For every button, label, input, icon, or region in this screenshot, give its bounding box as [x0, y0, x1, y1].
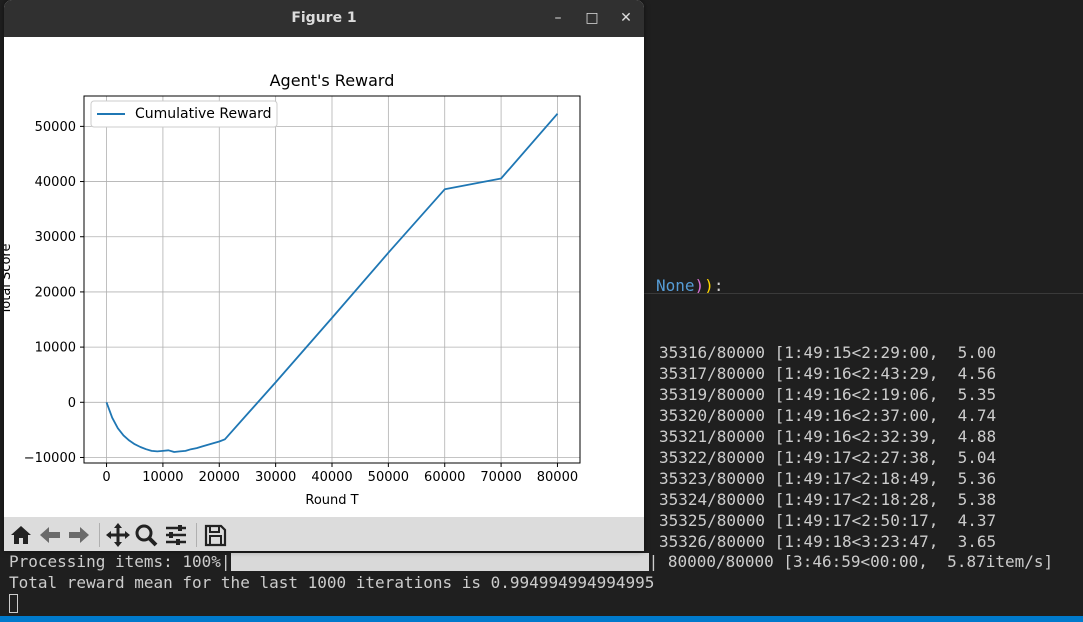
x-tick-label: 30000 [255, 470, 296, 485]
progress-stats: | 80000/80000 [3:46:59<00:00, 5.87item/s… [648, 552, 1054, 571]
y-tick-label: 0 [68, 396, 76, 411]
plot-canvas[interactable]: Agent's Reward 0 10000 20000 30000 40000 5000… [4, 37, 644, 517]
log-line: 35323/80000 [1:49:17<2:18:49, 5.36 [659, 469, 997, 488]
chart-title: Agent's Reward [270, 71, 395, 90]
pan-icon [106, 523, 130, 547]
forward-icon [69, 527, 89, 543]
x-tick-label: 80000 [537, 470, 578, 485]
y-axis-label: Total Score [4, 244, 14, 316]
y-ticks: −10000 0 10000 20000 30000 40000 50000 [24, 120, 84, 466]
log-line: 35321/80000 [1:49:16<2:32:39, 4.88 [659, 427, 997, 446]
configure-subplots-button[interactable] [163, 522, 189, 548]
summary-line: Total reward mean for the last 1000 iter… [9, 573, 655, 592]
configure-subplots-icon [166, 525, 186, 545]
x-tick-label: 70000 [480, 470, 521, 485]
grid-lines [84, 96, 580, 463]
zoom-button[interactable] [133, 522, 159, 548]
figure-window[interactable]: Figure 1 – □ ✕ Agent's Reward 0 10000 2000… [4, 0, 644, 551]
back-icon [40, 527, 60, 543]
x-ticks: 0 10000 20000 30000 40000 50000 60000 70000 8000… [102, 463, 578, 485]
terminal-cursor [9, 594, 18, 613]
log-line: 35322/80000 [1:49:17<2:27:38, 5.04 [659, 448, 997, 467]
log-line: 35325/80000 [1:49:17<2:50:17, 4.37 [659, 511, 997, 530]
navigation-toolbar [4, 517, 644, 551]
status-bar [0, 616, 1083, 622]
back-button[interactable] [37, 522, 63, 548]
x-axis-label: Round T [305, 493, 358, 508]
editor-divider [644, 293, 1083, 294]
log-line: 35320/80000 [1:49:16<2:37:00, 4.74 [659, 406, 997, 425]
forward-button[interactable] [66, 522, 92, 548]
save-button[interactable] [202, 522, 228, 548]
x-tick-label: 10000 [142, 470, 183, 485]
pan-button[interactable] [105, 522, 131, 548]
maximize-button[interactable]: □ [581, 8, 603, 28]
toolbar-separator [196, 523, 197, 547]
close-button[interactable]: ✕ [615, 8, 637, 28]
x-tick-label: 60000 [424, 470, 465, 485]
progress-log: 35316/80000 [1:49:15<2:29:00, 5.00 35317… [659, 342, 996, 552]
x-tick-label: 40000 [311, 470, 352, 485]
log-line: 35319/80000 [1:49:16<2:19:06, 5.35 [659, 385, 997, 404]
terminal-output: Processing items: 100%| | 80000/80000 [3:… [9, 551, 1083, 614]
title-bar[interactable]: Figure 1 – □ ✕ [4, 0, 644, 37]
log-line: 35326/80000 [1:49:18<3:23:47, 3.65 [659, 532, 997, 551]
y-tick-label: −10000 [24, 451, 76, 466]
x-tick-label: 0 [102, 470, 110, 485]
toolbar-separator [99, 523, 100, 547]
save-icon [204, 524, 227, 547]
log-line: 35324/80000 [1:49:17<2:18:28, 5.38 [659, 490, 997, 509]
x-tick-label: 20000 [199, 470, 240, 485]
y-tick-label: 20000 [35, 285, 76, 300]
home-icon [11, 526, 31, 544]
code-line: None)): [656, 276, 723, 298]
legend-label: Cumulative Reward [135, 106, 272, 122]
progress-bar [230, 553, 649, 571]
progress-label: Processing items: 100%| [9, 552, 231, 571]
legend: Cumulative Reward [90, 100, 278, 128]
y-tick-label: 40000 [35, 175, 76, 190]
y-tick-label: 50000 [35, 120, 76, 135]
y-tick-label: 10000 [35, 341, 76, 356]
y-tick-label: 30000 [35, 230, 76, 245]
home-button[interactable] [8, 522, 34, 548]
log-line: 35316/80000 [1:49:15<2:29:00, 5.00 [659, 343, 997, 362]
prompt-row[interactable] [9, 593, 1083, 614]
minimize-button[interactable]: – [547, 8, 569, 28]
progress-row: Processing items: 100%| | 80000/80000 [3:… [9, 551, 1083, 572]
chart-svg: Agent's Reward 0 10000 20000 30000 40000 5000… [4, 71, 581, 508]
log-line: 35317/80000 [1:49:16<2:43:29, 4.56 [659, 364, 997, 383]
zoom-icon [135, 524, 158, 547]
x-tick-label: 50000 [368, 470, 409, 485]
